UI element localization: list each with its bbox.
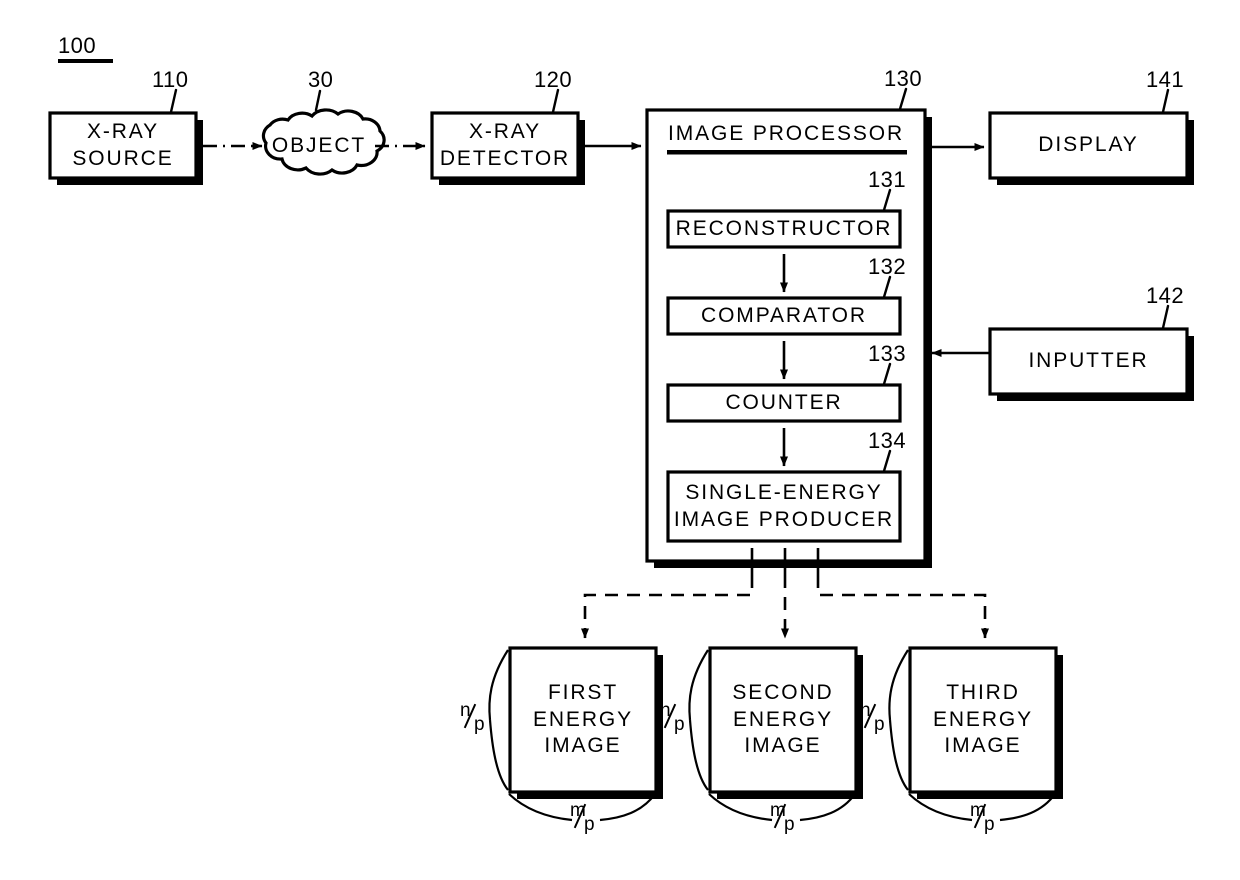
ref-number-133: 133 <box>868 341 907 366</box>
image-processor-title-underline <box>667 150 907 155</box>
ref-number-141: 141 <box>1146 67 1185 92</box>
xray-source-box <box>48 111 198 180</box>
xray-detector-box <box>430 111 580 180</box>
inputter-box <box>988 327 1189 396</box>
display-box <box>988 111 1189 180</box>
third-image-height-dimension: n p <box>860 700 890 740</box>
ref-number-142: 142 <box>1146 283 1185 308</box>
comparator-box <box>666 296 902 336</box>
ref-number-120: 120 <box>534 67 573 92</box>
object-cloud-shape <box>261 108 386 176</box>
diagram-vector-layer <box>48 59 1194 822</box>
first-image-width-dimension: m p <box>570 800 600 840</box>
first-image-height-denominator: p <box>474 714 485 735</box>
second-image-height-denominator: p <box>674 714 685 735</box>
ref-number-110: 110 <box>152 67 189 92</box>
single-energy-image-producer-box <box>666 470 902 543</box>
ref-number-131: 131 <box>868 167 907 192</box>
ref-number-30: 30 <box>308 67 334 92</box>
first-energy-branch <box>581 575 754 639</box>
ref-number-134: 134 <box>868 428 907 453</box>
third-energy-branch <box>816 575 989 639</box>
second-image-width-dimension: m p <box>770 800 800 840</box>
third-image-width-dimension: m p <box>970 800 1000 840</box>
second-image-width-denominator: p <box>784 814 795 835</box>
third-image-height-denominator: p <box>874 714 885 735</box>
system-reference-number: 100 <box>58 33 97 58</box>
block-outlines <box>48 108 1189 794</box>
patent-figure-canvas: 100 110 30 120 130 131 132 133 134 141 1… <box>0 0 1240 880</box>
system-ref-underline <box>58 59 113 63</box>
third-energy-image-box <box>908 646 1058 794</box>
ref-number-130: 130 <box>884 66 923 91</box>
first-image-height-dimension: n p <box>460 700 490 740</box>
third-image-width-denominator: p <box>984 814 995 835</box>
ref-number-132: 132 <box>868 254 907 279</box>
first-image-width-denominator: p <box>584 814 595 835</box>
reconstructor-box <box>666 209 902 249</box>
first-energy-image-box <box>508 646 658 794</box>
energy-image-distribution-bus <box>581 575 989 639</box>
second-image-height-dimension: n p <box>660 700 690 740</box>
second-energy-image-box <box>708 646 858 794</box>
counter-box <box>666 383 902 423</box>
